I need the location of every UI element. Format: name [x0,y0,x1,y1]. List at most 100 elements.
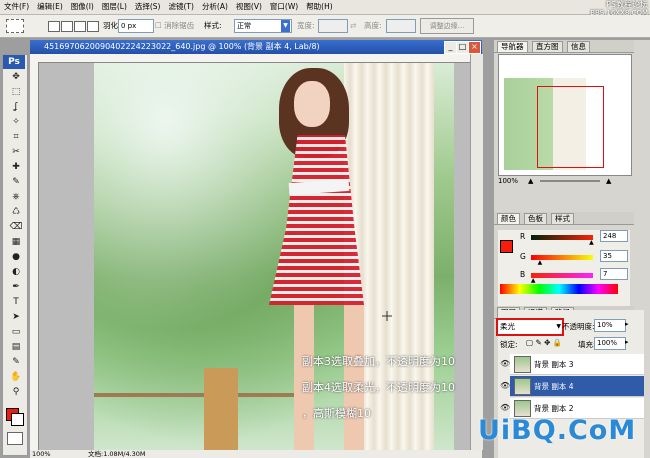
zoom-out-icon[interactable]: ▲ [528,176,533,186]
notes-icon[interactable]: ▤ [8,342,24,353]
opacity-arrow-icon[interactable]: ▸ [625,320,629,328]
color-panel: R 248 G 35 B 7 ▲ ▲ ▲ [498,230,630,310]
status-bar: 100% 文档:1.08M/4.30M [30,450,482,458]
chevron-down-icon: ▼ [556,323,561,330]
channel-g-label: G [520,252,526,261]
swap-icon[interactable]: ⇄ [350,19,356,33]
watermark-bottom: UiBQ.CoM [478,415,637,446]
width-label: 宽度: [297,21,315,30]
horizontal-ruler[interactable] [30,54,470,63]
channel-g-marker-icon[interactable]: ▲ [538,259,543,266]
menu-filter[interactable]: 滤镜(T) [165,0,198,14]
shape-icon[interactable]: ▭ [8,327,24,338]
tab-color[interactable]: 颜色 [497,213,520,224]
layer-row-selected[interactable]: 👁 背景 副本 4 [500,376,644,397]
tab-histogram[interactable]: 直方图 [532,41,563,52]
refine-edge-button[interactable]: 调整边缘... [420,18,474,34]
zoom-icon[interactable]: ⚲ [8,387,24,398]
canvas-area[interactable]: 副本3选取叠加，不透明度为10 副本4选取柔光，不透明度为10 ，高斯模糊10 [39,63,470,451]
style-select[interactable]: 正常 ▼ [234,19,292,33]
pen-icon[interactable]: ✒ [8,282,24,293]
crop-icon[interactable]: ⌗ [8,132,24,143]
dodge-icon[interactable]: ◐ [8,267,24,278]
vertical-scrollbar[interactable] [470,54,483,450]
width-input[interactable] [318,19,348,33]
lasso-icon[interactable]: ʆ [8,102,24,113]
navigator-view-box[interactable] [537,86,604,168]
marquee-preset-icon[interactable] [6,19,24,33]
intersect-selection-icon[interactable] [87,21,99,32]
channel-b-marker-icon[interactable]: ▲ [531,277,536,284]
height-input[interactable] [386,19,416,33]
blend-mode-select[interactable]: 柔光 ▼ [496,318,564,336]
menu-select[interactable]: 选择(S) [131,0,165,14]
menu-layer[interactable]: 图层(L) [98,0,131,14]
path-select-icon[interactable]: ➤ [8,312,24,323]
channel-r-value[interactable]: 248 [600,230,628,242]
tab-info[interactable]: 信息 [567,41,590,52]
feather-input[interactable]: 0 px [118,19,154,33]
channel-b-value[interactable]: 7 [600,268,628,280]
fill-input[interactable]: 100% [594,337,626,350]
quick-mask-icon[interactable] [7,432,23,445]
marquee-icon[interactable]: ⬚ [8,87,24,98]
close-icon[interactable]: × [468,41,481,54]
menu-window[interactable]: 窗口(W) [266,0,302,14]
menu-analysis[interactable]: 分析(A) [198,0,232,14]
menu-help[interactable]: 帮助(H) [302,0,337,14]
tab-swatches[interactable]: 色板 [524,213,547,224]
annotation-line-3: ，高斯模糊10 [302,407,371,420]
vertical-ruler[interactable] [30,62,39,450]
channel-b-label: B [520,270,526,279]
eraser-icon[interactable]: ⌫ [8,222,24,233]
layer-name: 背景 副本 4 [534,382,574,391]
layer-name: 背景 副本 3 [534,360,574,369]
fill-arrow-icon[interactable]: ▸ [625,338,629,346]
menu-image[interactable]: 图像(I) [67,0,98,14]
document-title: 4516970620090402224223022_640.jpg @ 100%… [44,42,320,51]
channel-r-slider[interactable] [531,235,593,240]
color-spectrum-bar[interactable] [500,284,618,294]
antialias-checkbox[interactable]: ☐ 消除锯齿 [155,19,194,33]
brush-icon[interactable]: ✎ [8,177,24,188]
color-foreground-swatch[interactable] [500,240,513,253]
gradient-icon[interactable]: ▦ [8,237,24,248]
move-icon[interactable]: ✥ [8,72,24,83]
tab-navigator[interactable]: 导航器 [497,41,528,52]
menu-edit[interactable]: 编辑(E) [33,0,67,14]
navigator-tabs: 导航器 直方图 信息 [494,40,634,53]
slice-icon[interactable]: ✂ [8,147,24,158]
magic-wand-icon[interactable]: ✧ [8,117,24,128]
history-brush-icon[interactable]: ♺ [8,207,24,218]
layer-thumbnail [514,356,531,373]
hand-icon[interactable]: ✋ [8,372,24,383]
opacity-input[interactable]: 10% [594,319,626,332]
eye-icon[interactable]: 👁 [500,359,510,368]
zoom-readout[interactable]: 100% [32,450,51,458]
layer-row[interactable]: 👁 背景 副本 3 [500,354,644,375]
subtract-selection-icon[interactable] [74,21,86,32]
eye-icon[interactable]: 👁 [500,381,510,390]
eyedropper-icon[interactable]: ✎ [8,357,24,368]
blur-icon[interactable]: ● [8,252,24,263]
lock-icons[interactable]: ▢ ✎ ✥ 🔒 [526,338,562,347]
zoom-slider[interactable] [540,180,600,182]
background-color-swatch[interactable] [11,413,24,426]
channel-r-marker-icon[interactable]: ▲ [589,239,594,246]
menu-view[interactable]: 视图(V) [232,0,266,14]
add-selection-icon[interactable] [61,21,73,32]
new-selection-icon[interactable] [48,21,60,32]
channel-b-slider[interactable] [531,273,593,278]
eye-icon[interactable]: 👁 [500,403,510,412]
zoom-in-icon[interactable]: ▲ [606,176,611,186]
stamp-icon[interactable]: ⎈ [8,192,24,203]
blend-mode-value: 柔光 [500,322,515,331]
channel-g-value[interactable]: 35 [600,250,628,262]
fill-label: 填充: [578,340,596,349]
type-icon[interactable]: T [8,297,24,308]
healing-icon[interactable]: ✚ [8,162,24,173]
navigator-zoom-value[interactable]: 100% [498,177,518,185]
document-title-bar[interactable]: 4516970620090402224223022_640.jpg @ 100%… [30,40,482,54]
tab-styles[interactable]: 样式 [551,213,574,224]
menu-file[interactable]: 文件(F) [0,0,33,14]
